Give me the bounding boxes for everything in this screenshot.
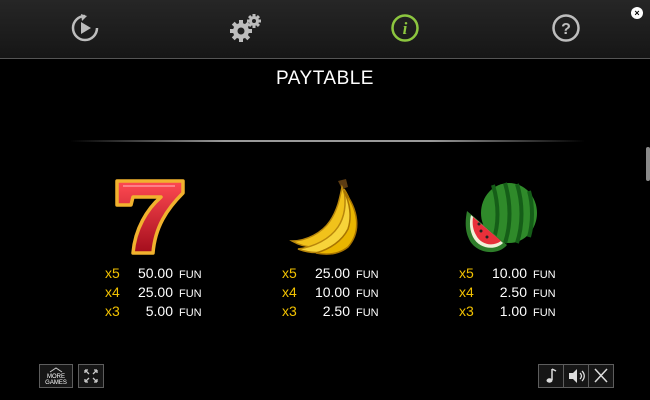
payout-value: 10.00: [314, 284, 350, 300]
close-button[interactable]: ×: [631, 7, 643, 19]
currency-label: FUN: [179, 269, 202, 281]
payout-value: 10.00: [491, 265, 527, 281]
multiplier-label: x5: [282, 265, 297, 281]
multiplier-label: x4: [105, 284, 120, 300]
payout-row: x5 10.00 FUN: [459, 265, 619, 284]
fullscreen-button[interactable]: [78, 364, 104, 388]
more-games-label-2: GAMES: [45, 380, 67, 386]
multiplier-label: x5: [105, 265, 120, 281]
multiplier-label: x4: [282, 284, 297, 300]
seven-symbol-icon: [109, 175, 189, 255]
currency-label: FUN: [356, 288, 379, 300]
speaker-icon: [569, 369, 585, 383]
replay-icon[interactable]: [69, 12, 101, 44]
payout-value: 2.50: [322, 303, 350, 319]
house-icon: [49, 367, 63, 373]
currency-label: FUN: [533, 307, 556, 319]
watermelon-symbol-icon: [463, 175, 543, 255]
payout-row: x4 10.00 FUN: [282, 284, 442, 303]
payout-value: 25.00: [314, 265, 350, 281]
page-title: PAYTABLE: [276, 68, 374, 89]
help-icon[interactable]: ?: [550, 12, 582, 44]
currency-label: FUN: [533, 269, 556, 281]
payout-row: x3 1.00 FUN: [459, 303, 619, 322]
payout-value: 25.00: [137, 284, 173, 300]
currency-label: FUN: [356, 307, 379, 319]
payout-value: 1.00: [499, 303, 527, 319]
fullscreen-icon: [84, 369, 98, 383]
svg-text:i: i: [403, 19, 408, 38]
multiplier-label: x5: [459, 265, 474, 281]
multiplier-label: x4: [459, 284, 474, 300]
scrollbar[interactable]: [646, 147, 650, 181]
music-button[interactable]: [538, 364, 564, 388]
payout-row: x5 25.00 FUN: [282, 265, 442, 284]
multiplier-label: x3: [105, 303, 120, 319]
payout-row: x4 2.50 FUN: [459, 284, 619, 303]
close-icon: [594, 368, 608, 383]
paytable-column-watermelon: x5 10.00 FUN x4 2.50 FUN x3 1.00 FUN: [459, 175, 619, 322]
currency-label: FUN: [356, 269, 379, 281]
payout-row: x3 5.00 FUN: [105, 303, 265, 322]
more-games-button[interactable]: MORE GAMES: [39, 364, 73, 388]
multiplier-label: x3: [459, 303, 474, 319]
payout-value: 2.50: [499, 284, 527, 300]
payout-value: 5.00: [145, 303, 173, 319]
payout-row: x4 25.00 FUN: [105, 284, 265, 303]
currency-label: FUN: [533, 288, 556, 300]
info-icon[interactable]: i: [389, 12, 421, 44]
svg-text:?: ?: [561, 21, 571, 38]
paytable-column-seven: x5 50.00 FUN x4 25.00 FUN x3 5.00 FUN: [105, 175, 265, 322]
music-note-icon: [546, 368, 557, 383]
payout-value: 50.00: [137, 265, 173, 281]
sound-button[interactable]: [563, 364, 589, 388]
multiplier-label: x3: [282, 303, 297, 319]
settings-gears-icon[interactable]: [228, 12, 264, 44]
currency-label: FUN: [179, 288, 202, 300]
divider: [70, 140, 585, 142]
currency-label: FUN: [179, 307, 202, 319]
top-bar: i ? ×: [0, 0, 650, 59]
banana-symbol-icon: [286, 175, 366, 255]
paytable-column-banana: x5 25.00 FUN x4 10.00 FUN x3 2.50 FUN: [282, 175, 442, 322]
payout-row: x5 50.00 FUN: [105, 265, 265, 284]
exit-button[interactable]: [588, 364, 614, 388]
payout-row: x3 2.50 FUN: [282, 303, 442, 322]
